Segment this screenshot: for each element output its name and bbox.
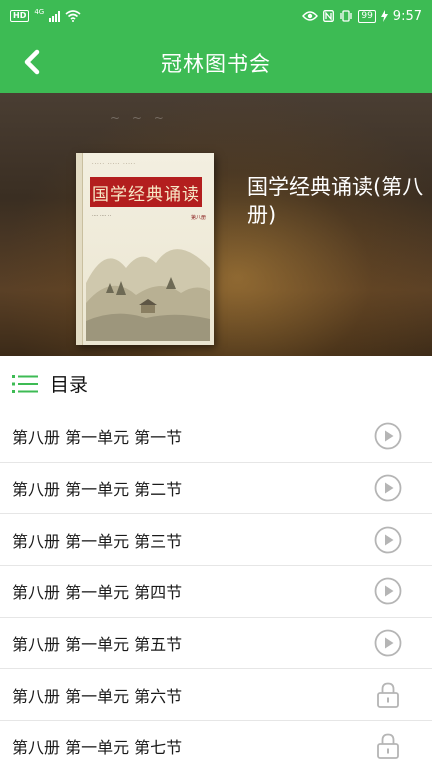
chapter-label: 第八册 第一单元 第六节 — [12, 686, 183, 706]
chapter-label: 第八册 第一单元 第七节 — [12, 738, 183, 758]
book-title: 国学经典诵读(第八册) — [247, 175, 424, 227]
battery-icon: 99 — [358, 9, 376, 23]
catalog-title: 目录 — [50, 374, 89, 396]
chapter-row[interactable]: 第八册 第一单元 第五节 — [0, 618, 432, 670]
chevron-left-icon — [24, 49, 40, 75]
chapter-row[interactable]: 第八册 第一单元 第四节 — [0, 566, 432, 618]
chapter-row[interactable]: 第八册 第一单元 第七节 — [0, 721, 432, 768]
play-icon[interactable] — [374, 577, 402, 605]
chapter-label: 第八册 第一单元 第五节 — [12, 635, 183, 655]
eye-icon — [302, 11, 319, 21]
lock-icon — [374, 681, 402, 709]
cover-title: 国学经典诵读 — [90, 177, 202, 207]
chapter-list: 第八册 第一单元 第一节 第八册 第一单元 第二节 第八册 第一单元 第三节 第… — [0, 411, 432, 768]
catalog-header: 目录 — [0, 356, 432, 411]
play-icon[interactable] — [374, 422, 402, 450]
landscape-illustration — [86, 249, 210, 341]
hd-indicator: HD — [10, 10, 30, 22]
status-left: HD 4G — [10, 8, 81, 22]
book-cover[interactable]: ····· ····· ····· 国学经典诵读 ···· ···· ·· 第八… — [76, 153, 214, 345]
play-icon[interactable] — [374, 629, 402, 657]
chapter-row[interactable]: 第八册 第一单元 第二节 — [0, 463, 432, 515]
list-icon — [12, 374, 38, 393]
network-type: 4G — [34, 8, 45, 16]
chapter-label: 第八册 第一单元 第一节 — [12, 428, 183, 448]
banner-background-calligraphy: ~ ~ ~ — [110, 111, 168, 125]
nfc-icon — [323, 10, 335, 22]
cover-top-text: ····· ····· ····· — [92, 161, 137, 167]
vibrate-icon — [340, 10, 352, 22]
play-icon[interactable] — [374, 474, 402, 502]
cover-volume: 第八册 — [190, 215, 206, 221]
chapter-label: 第八册 第一单元 第三节 — [12, 531, 183, 551]
clock: 9:57 — [392, 8, 422, 24]
chapter-row[interactable]: 第八册 第一单元 第六节 — [0, 669, 432, 722]
charging-icon — [380, 10, 388, 22]
title-bar: 冠林图书会 — [0, 32, 432, 93]
play-icon[interactable] — [374, 526, 402, 554]
chapter-label: 第八册 第一单元 第二节 — [12, 480, 183, 500]
back-button[interactable] — [14, 45, 48, 79]
cover-spine — [76, 153, 83, 345]
lock-icon — [374, 732, 402, 760]
book-banner: ~ ~ ~ ····· ····· ····· 国学经典诵读 ···· ····… — [0, 93, 432, 356]
chapter-row[interactable]: 第八册 第一单元 第一节 — [0, 411, 432, 463]
chapter-label: 第八册 第一单元 第四节 — [12, 583, 183, 603]
page-title: 冠林图书会 — [161, 51, 271, 76]
status-bar: HD 4G 99 9:57 — [0, 0, 432, 32]
wifi-icon — [65, 10, 81, 22]
signal-icon — [49, 10, 61, 22]
chapter-row[interactable]: 第八册 第一单元 第三节 — [0, 514, 432, 567]
cover-authors: ···· ···· ·· — [92, 213, 112, 219]
status-right: 99 9:57 — [302, 9, 422, 24]
